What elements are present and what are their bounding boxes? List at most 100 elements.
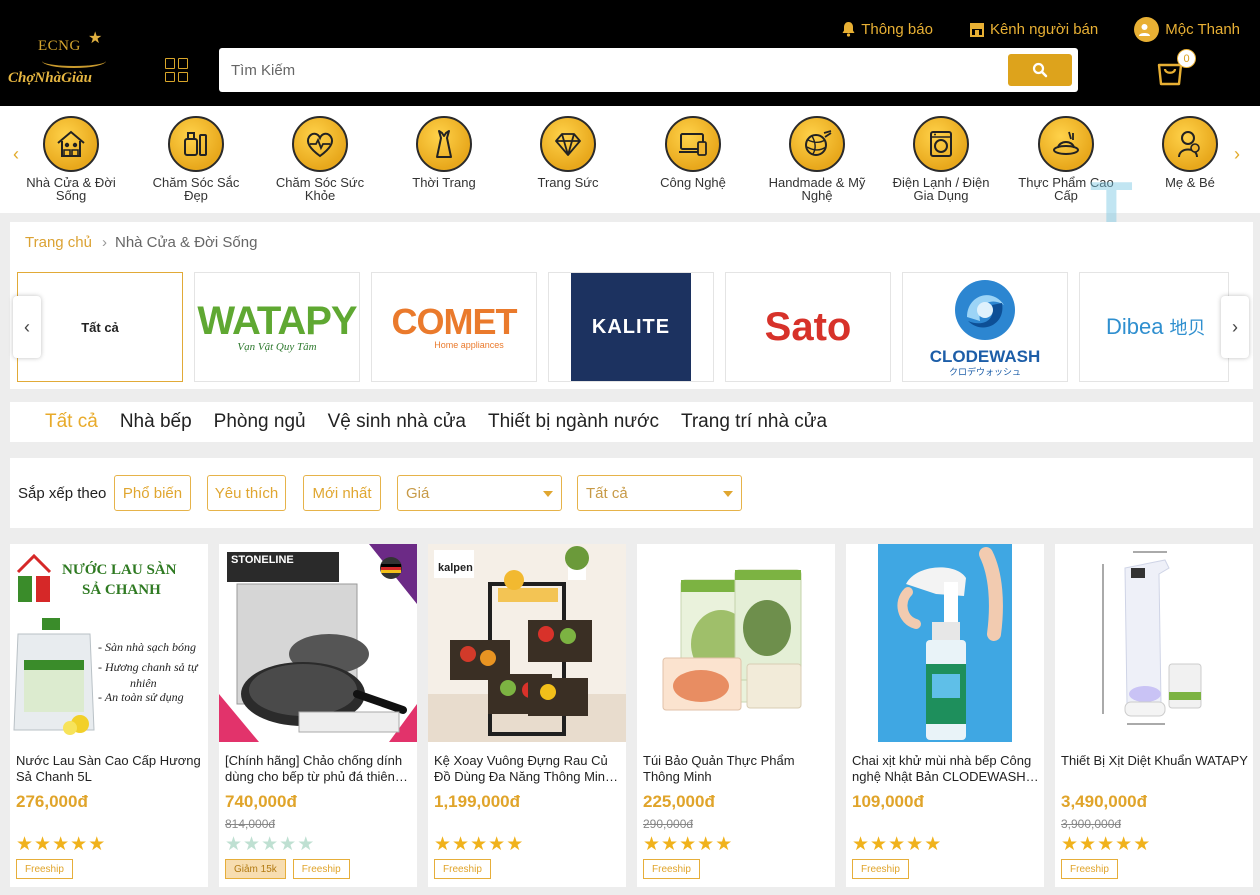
breadcrumb-current: Nhà Cửa & Đời Sống (114, 233, 258, 251)
tab-kitchen[interactable]: Nhà bếp (120, 411, 192, 433)
product-card[interactable]: Thiết Bị Xịt Diệt Khuẩn WATAPY 3,490,000… (1055, 544, 1253, 887)
brand-kalite[interactable]: KALITE (548, 272, 714, 382)
product-rating: ★ ★ ★ ★ ★ (1061, 835, 1151, 855)
freeship-tag: Freeship (643, 859, 700, 879)
product-card[interactable]: Túi Bảo Quản Thực Phẩm Thông Minh 225,00… (637, 544, 835, 887)
logo-ecng-text: ECNG (38, 38, 81, 54)
category-appliances[interactable]: Điện Lạnh / Điện Gia Dụng (886, 116, 996, 202)
star-icon: ★ (715, 834, 733, 855)
user-account-link[interactable]: Mộc Thanh (1134, 16, 1240, 42)
category-fashion[interactable]: Thời Trang (389, 116, 499, 189)
tab-cleaning[interactable]: Vệ sinh nhà cửa (328, 411, 466, 433)
category-jewelry[interactable]: Trang Sức (513, 116, 623, 189)
product-old-price: 814,000đ (225, 817, 276, 831)
star-icon: ★ (643, 834, 661, 855)
user-avatar-icon (1134, 16, 1160, 42)
spray-bottle-icon (878, 544, 1012, 742)
brand-dibea[interactable]: Dibea 地贝 (1079, 272, 1229, 382)
star-icon: ★ (488, 834, 506, 855)
tab-bedroom[interactable]: Phòng ngủ (214, 411, 306, 433)
logo-swoosh (42, 54, 106, 68)
yarn-icon (789, 116, 845, 172)
product-card[interactable]: STONELINE [Chính hãng] Chảo chống dính d… (219, 544, 417, 887)
filter-select[interactable]: Tất cả (577, 475, 742, 511)
product-tags: Freeship (852, 859, 916, 879)
tab-all[interactable]: Tất cả (45, 411, 98, 433)
product-card[interactable]: kalpen Kệ Xoay Vuông Đựng Rau Củ Đồ Dùng… (428, 544, 626, 887)
product-title[interactable]: Chai xịt khử mùi nhà bếp Công nghệ Nhật … (852, 753, 1040, 785)
bell-icon (842, 22, 855, 37)
star-icon: ★ (279, 834, 297, 855)
freeship-tag: Freeship (1061, 859, 1118, 879)
brand-sato[interactable]: Sato (725, 272, 891, 382)
product-tags: Giảm 15k Freeship (225, 859, 357, 879)
seller-channel-label: Kênh người bán (989, 20, 1099, 38)
brand-next-icon[interactable]: › (1221, 296, 1249, 358)
star-icon: ★ (70, 834, 88, 855)
product-title[interactable]: Thiết Bị Xịt Diệt Khuẩn WATAPY (1061, 753, 1249, 785)
category-handmade[interactable]: Handmade & Mỹ Nghệ (762, 116, 872, 202)
product-title[interactable]: Túi Bảo Quản Thực Phẩm Thông Minh (643, 753, 831, 785)
category-home-living[interactable]: Nhà Cửa & Đời Sống (16, 116, 126, 202)
brand-clodewash[interactable]: CLODEWASH クロデウォッシュ (902, 272, 1068, 382)
product-rating: ★ ★ ★ ★ ★ (434, 835, 524, 855)
product-price: 1,199,000đ (434, 792, 521, 811)
star-icon: ★ (470, 834, 488, 855)
notifications-link[interactable]: Thông báo (841, 18, 933, 40)
sort-bar: Sắp xếp theo Phổ biến Yêu thích Mới nhất… (10, 458, 1253, 528)
breadcrumb-home-link[interactable]: Trang chủ (25, 234, 92, 251)
cleaner-jug-icon (13, 618, 95, 735)
product-card[interactable]: NƯỚC LAU SÀN SẢ CHANH - Sàn nhà sạch bón… (10, 544, 208, 887)
chevron-down-icon (723, 491, 733, 497)
sort-popular-button[interactable]: Phổ biến (114, 475, 191, 511)
product-price: 3,490,000đ (1061, 792, 1148, 811)
sort-newest-button[interactable]: Mới nhất (303, 475, 381, 511)
star-icon: ★ (661, 834, 679, 855)
product-title[interactable]: Kệ Xoay Vuông Đựng Rau Củ Đồ Dùng Đa Năn… (434, 753, 622, 785)
search-icon (1032, 62, 1048, 78)
sort-favorite-button[interactable]: Yêu thích (207, 475, 286, 511)
star-icon: ★ (1133, 834, 1151, 855)
subcategory-tabs: Tất cả Nhà bếp Phòng ngủ Vệ sinh nhà cửa… (10, 402, 1253, 442)
logo-star-icon: ★ (88, 30, 103, 47)
product-rating: ★ ★ ★ ★ ★ (16, 835, 106, 855)
discount-tag: Giảm 15k (225, 859, 286, 879)
cookware-set-icon (219, 544, 417, 742)
freeship-tag: Freeship (16, 859, 73, 879)
seller-channel-link[interactable]: Kênh người bán (969, 18, 1098, 40)
product-image (1055, 544, 1253, 742)
cart-count-badge: 0 (1177, 49, 1196, 68)
tab-decor[interactable]: Trang trí nhà cửa (681, 411, 827, 433)
brand-watapy[interactable]: WATAPY Vạn Vật Quy Tâm (194, 272, 360, 382)
brand-prev-icon[interactable]: ‹ (13, 296, 41, 358)
product-tags: Freeship (643, 859, 707, 879)
category-grid-icon[interactable] (165, 58, 189, 82)
star-icon: ★ (452, 834, 470, 855)
search-button[interactable] (1008, 54, 1072, 86)
search-input[interactable] (219, 48, 999, 92)
brand-comet[interactable]: COMET Home appliances (371, 272, 537, 382)
category-beauty[interactable]: Chăm Sóc Sắc Đẹp (141, 116, 251, 202)
star-icon: ★ (1079, 834, 1097, 855)
heart-health-icon (292, 116, 348, 172)
product-rating: ★ ★ ★ ★ ★ (643, 835, 733, 855)
category-health[interactable]: Chăm Sóc Sức Khỏe (265, 116, 375, 202)
product-card[interactable]: Chai xịt khử mùi nhà bếp Công nghệ Nhật … (846, 544, 1044, 887)
category-technology[interactable]: Công Nghệ (638, 116, 748, 189)
cosmetics-icon (168, 116, 224, 172)
product-tags: Freeship (1061, 859, 1125, 879)
product-title[interactable]: Nước Lau Sàn Cao Cấp Hương Sả Chanh 5L (16, 753, 204, 785)
star-icon: ★ (1061, 834, 1079, 855)
home-family-icon (43, 116, 99, 172)
star-icon: ★ (679, 834, 697, 855)
sort-label: Sắp xếp theo (18, 485, 107, 502)
price-select[interactable]: Giá (397, 475, 562, 511)
star-icon: ★ (243, 834, 261, 855)
product-image: STONELINE (219, 544, 417, 742)
star-icon: ★ (888, 834, 906, 855)
star-icon: ★ (924, 834, 942, 855)
product-title[interactable]: [Chính hãng] Chảo chống dính dùng cho bế… (225, 753, 413, 785)
brand-all[interactable]: Tất cả (17, 272, 183, 382)
tab-water-equipment[interactable]: Thiết bị ngành nước (488, 411, 659, 433)
site-logo[interactable]: ECNG ★ ChợNhàGiàu (8, 26, 123, 90)
